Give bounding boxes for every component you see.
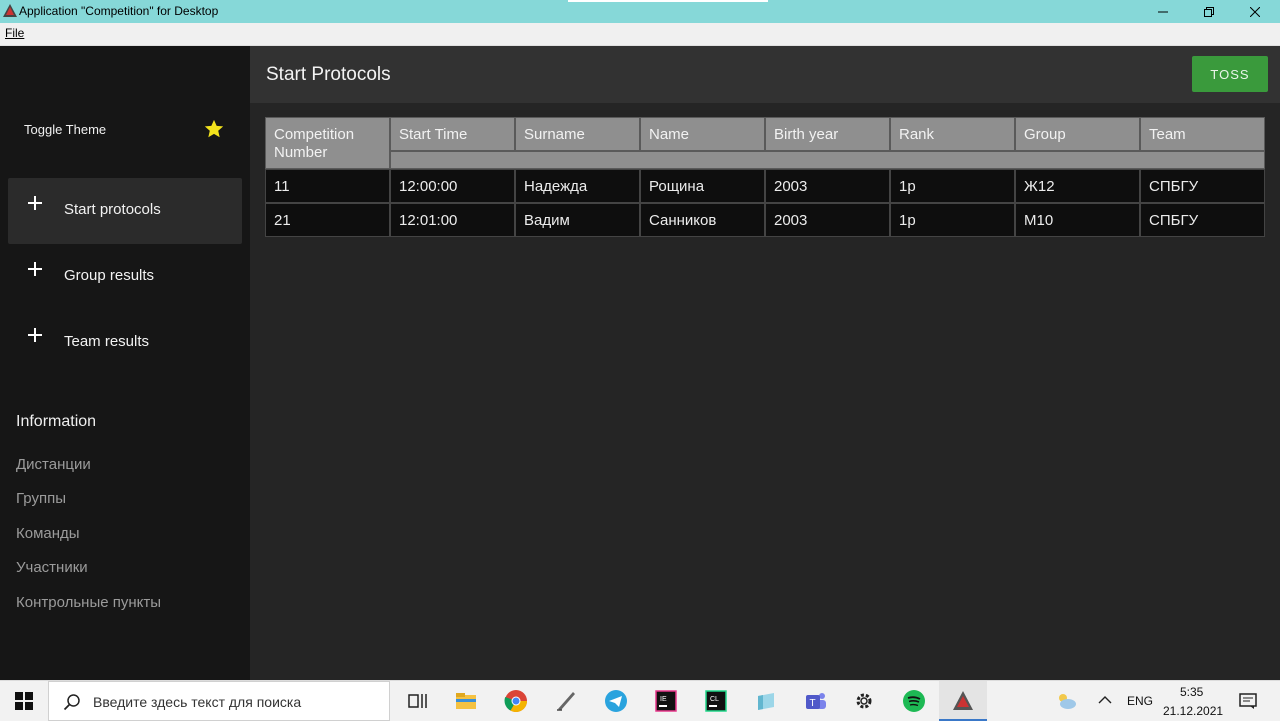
toss-button[interactable]: TOSS	[1192, 56, 1268, 92]
windows-start-icon[interactable]	[14, 691, 34, 711]
nav-label: Group results	[64, 267, 155, 284]
info-link-participants[interactable]: Участники	[16, 559, 88, 576]
info-link-groups[interactable]: Группы	[16, 490, 66, 507]
table-cell[interactable]: 2003	[765, 169, 890, 203]
column-header-rank[interactable]: Rank	[890, 117, 1015, 151]
table-cell[interactable]: Надежда	[515, 169, 640, 203]
app-icon	[3, 4, 17, 17]
table-cell[interactable]: 2003	[765, 203, 890, 237]
column-header-competition-number[interactable]: Competition Number	[265, 117, 390, 169]
table-cell[interactable]: СПБГУ	[1140, 169, 1265, 203]
star-icon[interactable]	[203, 118, 225, 140]
nav-group-results[interactable]: Group results	[8, 244, 242, 310]
table-cell[interactable]: СПБГУ	[1140, 203, 1265, 237]
search-icon	[63, 694, 80, 711]
column-header-team[interactable]: Team	[1140, 117, 1265, 151]
table-cell[interactable]: 1р	[890, 169, 1015, 203]
teams-icon[interactable]: T	[803, 688, 829, 714]
window-title: Application "Competition" for Desktop	[19, 4, 219, 18]
column-header-birth-year[interactable]: Birth year	[765, 117, 890, 151]
notes-app-icon[interactable]	[753, 688, 779, 714]
column-header-start-time[interactable]: Start Time	[390, 117, 515, 151]
information-heading: Information	[16, 413, 97, 430]
nav-team-results[interactable]: Team results	[8, 310, 242, 376]
svg-text:T: T	[810, 698, 816, 709]
nav-label: Start protocols	[64, 201, 161, 218]
table-cell[interactable]: 21	[265, 203, 390, 237]
table-cell[interactable]: Санников	[640, 203, 765, 237]
nav-start-protocols[interactable]: Start protocols	[8, 178, 242, 244]
page-title: Start Protocols	[266, 64, 391, 85]
column-header-name[interactable]: Name	[640, 117, 765, 151]
telegram-icon[interactable]	[603, 688, 629, 714]
table-cell[interactable]: 1р	[890, 203, 1015, 237]
nav-label: Team results	[64, 333, 150, 350]
intellij-icon[interactable]: IE	[653, 688, 679, 714]
column-header-surname[interactable]: Surname	[515, 117, 640, 151]
close-icon	[1250, 6, 1260, 17]
taskbar-search-box[interactable]: Введите здесь текст для поиска	[48, 681, 390, 721]
minimize-button[interactable]	[1140, 0, 1186, 23]
info-link-distances[interactable]: Дистанции	[16, 456, 91, 473]
quill-app-icon[interactable]	[553, 688, 579, 714]
svg-text:IE: IE	[660, 696, 667, 703]
table-cell[interactable]: 12:00:00	[390, 169, 515, 203]
table-cell[interactable]: Ж12	[1015, 169, 1140, 203]
language-indicator[interactable]: ENG	[1127, 694, 1153, 708]
title-bar-strip	[568, 0, 768, 2]
settings-gear-icon[interactable]	[851, 688, 877, 714]
table-cell[interactable]: Вадим	[515, 203, 640, 237]
page-header: Start Protocols TOSS	[250, 46, 1280, 103]
column-header-group[interactable]: Group	[1015, 117, 1140, 151]
active-app-highlight[interactable]	[939, 681, 987, 721]
table-cell[interactable]: 11	[265, 169, 390, 203]
menu-bar: File	[0, 23, 1280, 46]
task-view-icon[interactable]	[405, 688, 431, 714]
table-cell[interactable]: 12:01:00	[390, 203, 515, 237]
info-link-checkpoints[interactable]: Контрольные пункты	[16, 594, 161, 611]
spotify-icon[interactable]	[901, 688, 927, 714]
minimize-icon	[1158, 11, 1168, 12]
restore-button[interactable]	[1186, 0, 1232, 23]
clion-icon[interactable]: CL	[703, 688, 729, 714]
notification-icon[interactable]	[1238, 691, 1258, 711]
chrome-icon[interactable]	[503, 688, 529, 714]
close-button[interactable]	[1232, 0, 1278, 23]
svg-text:CL: CL	[710, 696, 719, 703]
plus-icon	[28, 262, 42, 276]
weather-icon[interactable]	[1054, 690, 1078, 712]
info-link-teams[interactable]: Команды	[16, 525, 80, 542]
header-sub-bar	[390, 151, 1265, 169]
file-explorer-icon[interactable]	[453, 688, 479, 714]
window-title-bar: Application "Competition" for Desktop	[0, 0, 1280, 23]
toggle-theme-label[interactable]: Toggle Theme	[24, 122, 106, 137]
table-cell[interactable]: Рощина	[640, 169, 765, 203]
plus-icon	[28, 196, 42, 210]
chevron-up-icon[interactable]	[1098, 695, 1112, 705]
search-placeholder: Введите здесь текст для поиска	[93, 694, 302, 710]
plus-icon	[28, 328, 42, 342]
menu-file[interactable]: File	[5, 26, 24, 40]
clock-time[interactable]: 5:35	[1180, 685, 1203, 699]
competition-app-icon	[953, 691, 973, 710]
clock-date[interactable]: 21.12.2021	[1163, 704, 1223, 718]
taskbar: Введите здесь текст для поиска IE CL T E…	[0, 680, 1280, 721]
sidebar: Toggle Theme Start protocols Group resul…	[0, 46, 250, 680]
table-cell[interactable]: М10	[1015, 203, 1140, 237]
main-content: Start Protocols TOSS Competition Number …	[250, 46, 1280, 680]
restore-icon	[1204, 6, 1214, 17]
